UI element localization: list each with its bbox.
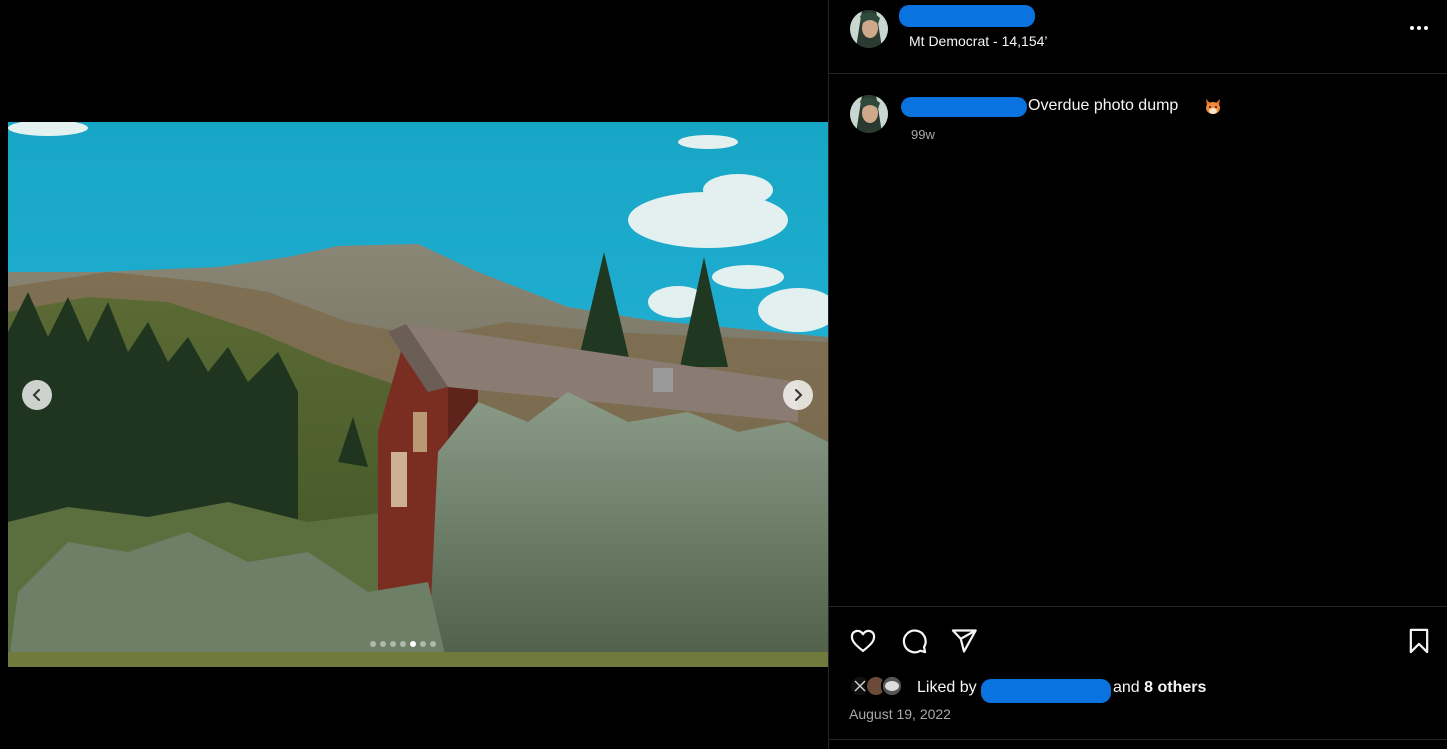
carousel-indicator: [370, 641, 436, 647]
comment-icon: [902, 629, 927, 654]
profile-photo: [850, 95, 888, 133]
carousel-dot: [390, 641, 396, 647]
heart-icon: [850, 629, 876, 653]
caption-avatar[interactable]: [850, 95, 888, 133]
carousel-dot: [370, 641, 376, 647]
likes-and-text: and: [1113, 679, 1140, 696]
avatar[interactable]: [850, 10, 888, 48]
post-side-panel: Mt Democrat - 14,154’ Overdue photo dump…: [828, 0, 1447, 749]
username-redaction[interactable]: [899, 5, 1035, 27]
carousel-dot: [400, 641, 406, 647]
liker-avatars[interactable]: [849, 675, 913, 699]
post-header: Mt Democrat - 14,154’: [829, 0, 1447, 74]
likes-others-count[interactable]: 8 others: [1144, 679, 1206, 696]
post-media-area: [0, 0, 828, 749]
more-options-button[interactable]: [1405, 16, 1433, 40]
previous-slide-button[interactable]: [22, 380, 52, 410]
comment-button[interactable]: [898, 625, 930, 657]
caption-username-redaction[interactable]: [901, 97, 1027, 117]
liked-by-label: Liked by: [917, 679, 977, 696]
post-date[interactable]: August 19, 2022: [849, 706, 951, 722]
chevron-left-icon: [32, 389, 40, 401]
liker-avatar: [881, 675, 903, 697]
liker-avatar-image: [883, 677, 901, 695]
post-photo[interactable]: [8, 122, 828, 667]
carousel-dot: [380, 641, 386, 647]
location-link[interactable]: Mt Democrat - 14,154’: [909, 33, 1048, 49]
likes-others[interactable]: and 8 others: [1113, 679, 1206, 697]
profile-photo: [850, 10, 888, 48]
caption-text: Overdue photo dump: [1028, 97, 1179, 114]
post-actions-section: Liked by and 8 others August 19, 2022: [829, 606, 1447, 740]
caption-timestamp[interactable]: 99w: [911, 127, 935, 142]
next-slide-button[interactable]: [783, 380, 813, 410]
carousel-dot: [420, 641, 426, 647]
carousel-dot: [430, 641, 436, 647]
share-icon: [951, 629, 977, 653]
chevron-right-icon: [795, 389, 803, 401]
like-button[interactable]: [847, 625, 879, 657]
carousel-dot: [410, 641, 416, 647]
share-button[interactable]: [948, 625, 980, 657]
liker-username-redaction[interactable]: [981, 679, 1111, 703]
fox-face-emoji: [1206, 99, 1220, 114]
more-options-icon: [1410, 26, 1428, 30]
bookmark-icon: [1409, 628, 1429, 654]
save-button[interactable]: [1403, 625, 1435, 657]
landscape-photo: [8, 122, 828, 667]
